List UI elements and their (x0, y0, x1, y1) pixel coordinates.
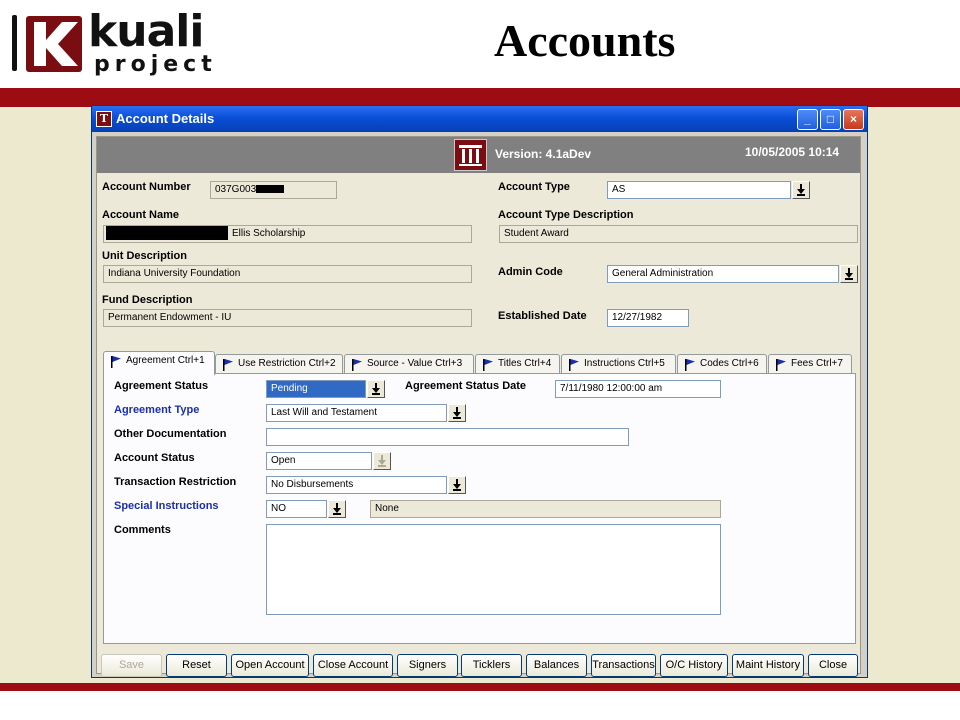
agreement-status-date-label: Agreement Status Date (405, 380, 527, 392)
established-date-field[interactable]: 12/27/1982 (607, 309, 689, 327)
flag-icon (776, 359, 786, 371)
admin-code-field[interactable]: General Administration (607, 265, 839, 283)
version-band: Version: 4.1aDev 10/05/2005 10:14 (97, 137, 860, 173)
account-number-field[interactable]: 037G003 (210, 181, 337, 199)
tab-titles[interactable]: Titles Ctrl+4 (475, 354, 560, 374)
kuali-logo: kuali project (12, 6, 242, 78)
account-type-description-label: Account Type Description (498, 209, 634, 221)
bottom-stripe (0, 683, 960, 691)
tab-fees[interactable]: Fees Ctrl+7 (768, 354, 852, 374)
tab-use-restriction[interactable]: Use Restriction Ctrl+2 (215, 354, 343, 374)
logo-k-mark (26, 16, 82, 72)
flag-icon (223, 359, 233, 371)
transaction-restriction-field[interactable]: No Disbursements (266, 476, 447, 494)
agreement-type-dropdown-icon[interactable] (448, 404, 466, 422)
oc-history-button[interactable]: O/C History (660, 654, 728, 677)
transactions-button[interactable]: Transactions (591, 654, 656, 677)
agreement-status-dropdown-icon[interactable] (367, 380, 385, 398)
window-title: Account Details (116, 111, 215, 126)
slide-title: Accounts (494, 15, 676, 66)
redaction-bar (106, 226, 228, 241)
flag-icon (111, 356, 121, 368)
tab-codes[interactable]: Codes Ctrl+6 (677, 354, 767, 374)
close-button[interactable]: Close (808, 654, 858, 677)
maint-history-button[interactable]: Maint History (732, 654, 804, 677)
app-icon: T (96, 111, 112, 127)
tab-agreement[interactable]: Agreement Ctrl+1 (103, 351, 215, 375)
fund-description-label: Fund Description (102, 294, 193, 306)
maximize-button[interactable]: □ (820, 109, 841, 130)
balances-button[interactable]: Balances (526, 654, 587, 677)
account-type-label: Account Type (498, 181, 570, 193)
tab-label: Agreement Ctrl+1 (126, 355, 205, 366)
tab-label: Fees Ctrl+7 (791, 358, 843, 369)
signers-button[interactable]: Signers (397, 654, 458, 677)
agreement-status-date-field[interactable]: 7/11/1980 12:00:00 am (555, 380, 721, 398)
close-window-button[interactable]: × (843, 109, 864, 130)
tab-source-value[interactable]: Source - Value Ctrl+3 (344, 354, 474, 374)
open-account-button[interactable]: Open Account (231, 654, 309, 677)
tab-instructions[interactable]: Instructions Ctrl+5 (561, 354, 676, 374)
save-button: Save (101, 654, 162, 677)
minimize-button[interactable]: _ (797, 109, 818, 130)
established-date-label: Established Date (498, 310, 587, 322)
account-status-label: Account Status (114, 452, 195, 464)
unit-description-field[interactable]: Indiana University Foundation (103, 265, 472, 283)
special-instructions-description-field[interactable]: None (370, 500, 721, 518)
comments-textarea[interactable] (266, 524, 721, 615)
special-instructions-label: Special Instructions (114, 500, 219, 512)
tab-label: Titles Ctrl+4 (498, 358, 552, 369)
close-account-button[interactable]: Close Account (313, 654, 393, 677)
flag-icon (569, 359, 579, 371)
version-label: Version: 4.1aDev (495, 147, 592, 161)
university-emblem-icon (454, 139, 487, 171)
logo-bracket (12, 15, 17, 71)
redaction-bar (256, 185, 285, 194)
ticklers-button[interactable]: Ticklers (461, 654, 522, 677)
flag-icon (352, 359, 362, 371)
tab-label: Use Restriction Ctrl+2 (238, 358, 336, 369)
agreement-type-field[interactable]: Last Will and Testament (266, 404, 447, 422)
tab-label: Source - Value Ctrl+3 (367, 358, 463, 369)
logo-word-project: project (94, 52, 217, 77)
comments-label: Comments (114, 524, 171, 536)
account-type-field[interactable]: AS (607, 181, 791, 199)
account-status-dropdown-icon (373, 452, 391, 470)
account-name-value: Ellis Scholarship (232, 228, 306, 239)
agreement-type-label: Agreement Type (114, 404, 200, 416)
account-name-label: Account Name (102, 209, 180, 221)
tab-label: Instructions Ctrl+5 (584, 358, 665, 369)
agreement-status-label: Agreement Status (114, 380, 209, 392)
account-type-dropdown-icon[interactable] (792, 181, 810, 199)
special-instructions-code-field[interactable]: NO (266, 500, 327, 518)
transaction-restriction-dropdown-icon[interactable] (448, 476, 466, 494)
logo-word-kuali: kuali (88, 6, 204, 57)
account-type-description-field[interactable]: Student Award (499, 225, 858, 243)
current-datetime: 10/05/2005 10:14 (745, 145, 840, 159)
tab-label: Codes Ctrl+6 (700, 358, 759, 369)
flag-icon (685, 359, 695, 371)
transaction-restriction-label: Transaction Restriction (114, 476, 237, 488)
reset-button[interactable]: Reset (166, 654, 227, 677)
agreement-status-field[interactable]: Pending (266, 380, 366, 398)
other-documentation-field[interactable] (266, 428, 629, 446)
unit-description-label: Unit Description (102, 250, 187, 262)
admin-code-dropdown-icon[interactable] (840, 265, 858, 283)
account-number-label: Account Number (102, 181, 191, 193)
account-number-value: 037G003 (215, 184, 257, 195)
account-name-field[interactable]: Ellis Scholarship (103, 225, 472, 243)
special-instructions-dropdown-icon[interactable] (328, 500, 346, 518)
window-content: Version: 4.1aDev 10/05/2005 10:14 Accoun… (96, 136, 861, 677)
flag-icon (483, 359, 493, 371)
admin-code-label: Admin Code (498, 266, 563, 278)
agreement-tab-panel: Agreement Status Pending Agreement Statu… (103, 373, 856, 644)
window-titlebar[interactable]: T Account Details _ □ × (92, 106, 867, 132)
account-details-window: T Account Details _ □ × Version: 4.1aDev… (91, 105, 868, 678)
fund-description-field[interactable]: Permanent Endowment - IU (103, 309, 472, 327)
other-documentation-label: Other Documentation (114, 428, 227, 440)
account-status-field[interactable]: Open (266, 452, 372, 470)
